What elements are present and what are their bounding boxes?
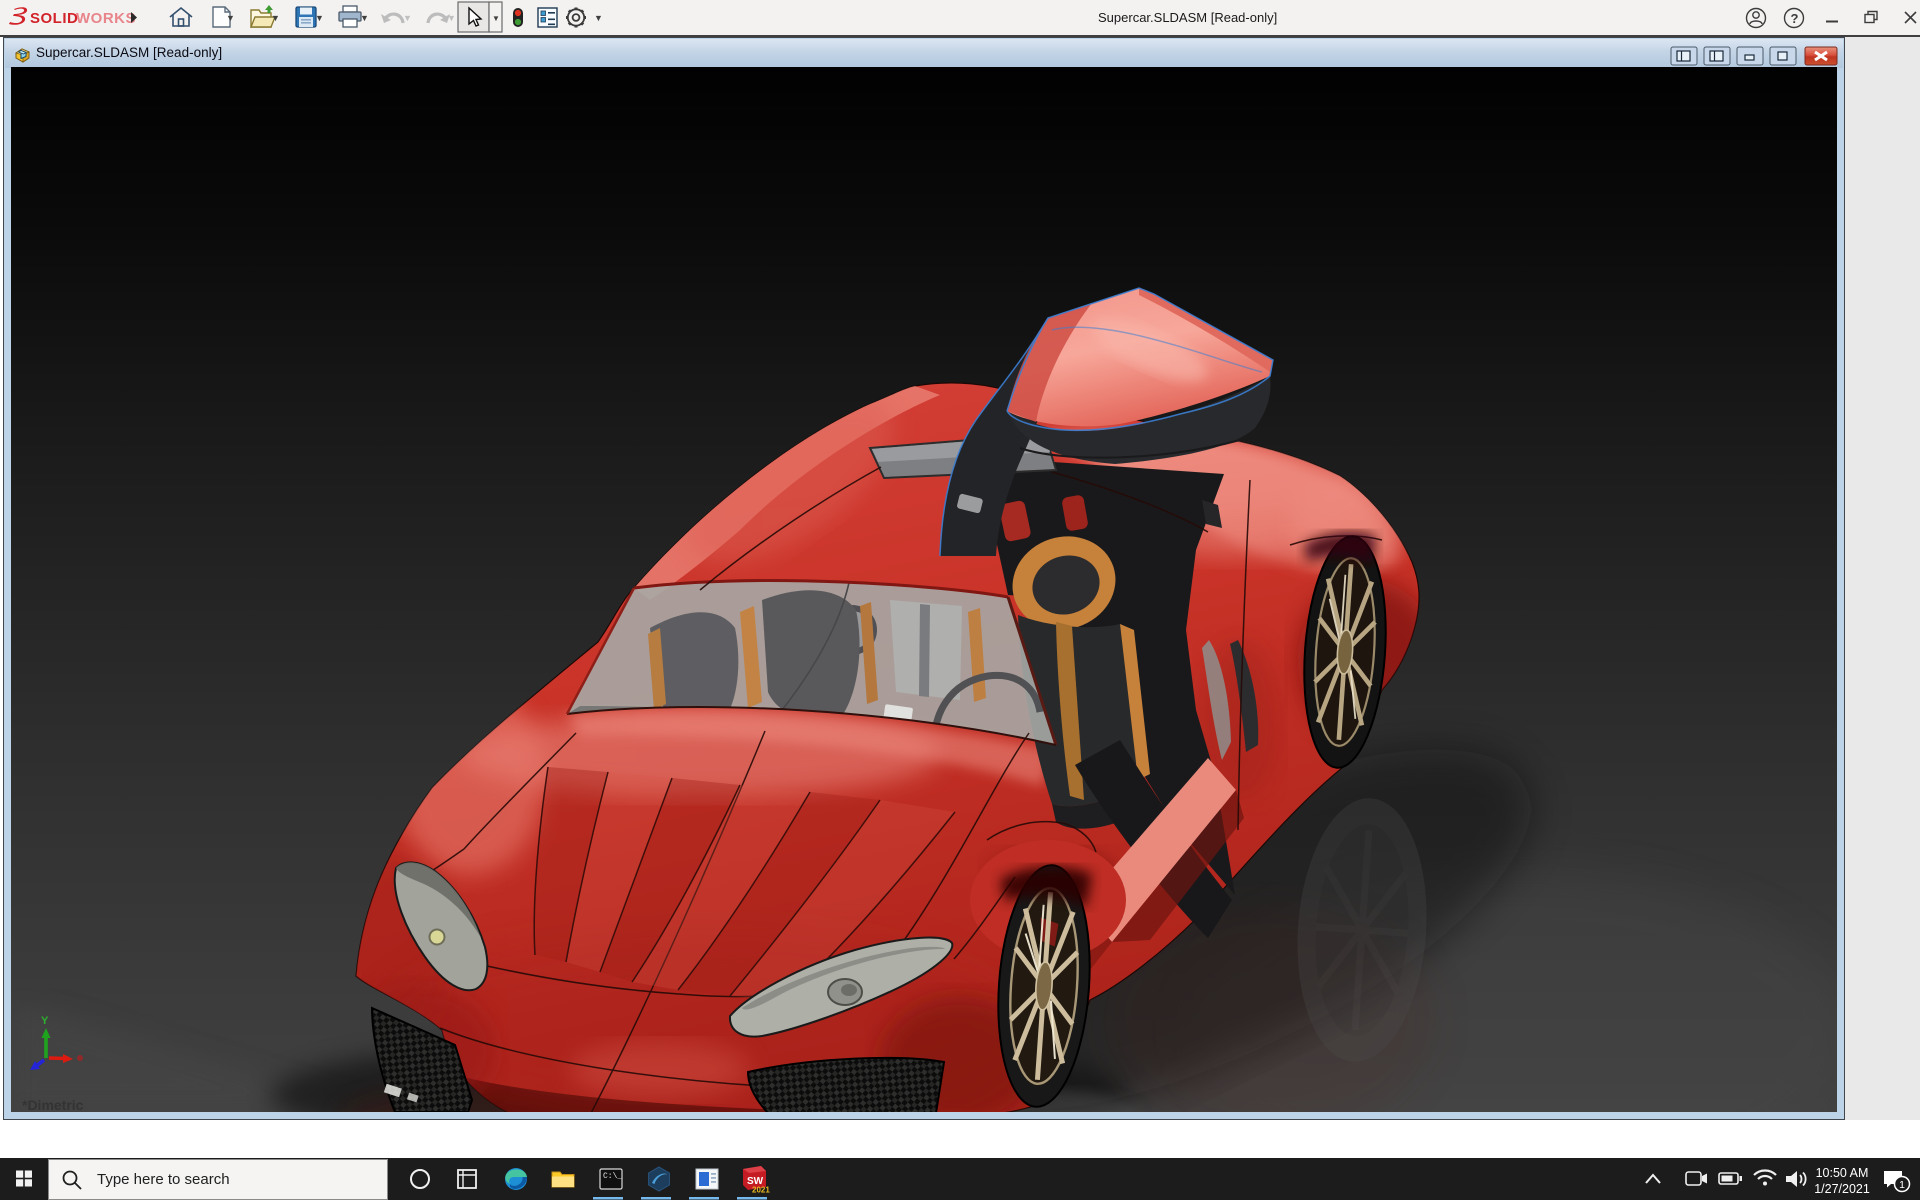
svg-text:SOLID: SOLID [30,10,78,27]
svg-text:Y: Y [41,1015,49,1027]
svg-text:▼: ▼ [492,14,500,23]
svg-text:▼: ▼ [315,13,324,23]
svg-text:C:\_: C:\_ [603,1172,622,1181]
svg-text:▼: ▼ [226,13,235,23]
svg-text:▼: ▼ [403,13,412,23]
svg-text:10:50 AM: 10:50 AM [1816,1166,1869,1180]
svg-text:WORKS: WORKS [76,10,136,27]
svg-text:*Dimetric: *Dimetric [22,1097,84,1112]
svg-text:▼: ▼ [360,13,369,23]
svg-text:2021: 2021 [752,1186,770,1195]
svg-text:▼: ▼ [271,13,280,23]
svg-text:?: ? [1791,11,1799,26]
svg-text:▼: ▼ [594,13,603,23]
svg-text:▼: ▼ [447,13,456,23]
svg-text:1: 1 [1899,1179,1905,1191]
svg-text:1/27/2021: 1/27/2021 [1814,1182,1870,1196]
